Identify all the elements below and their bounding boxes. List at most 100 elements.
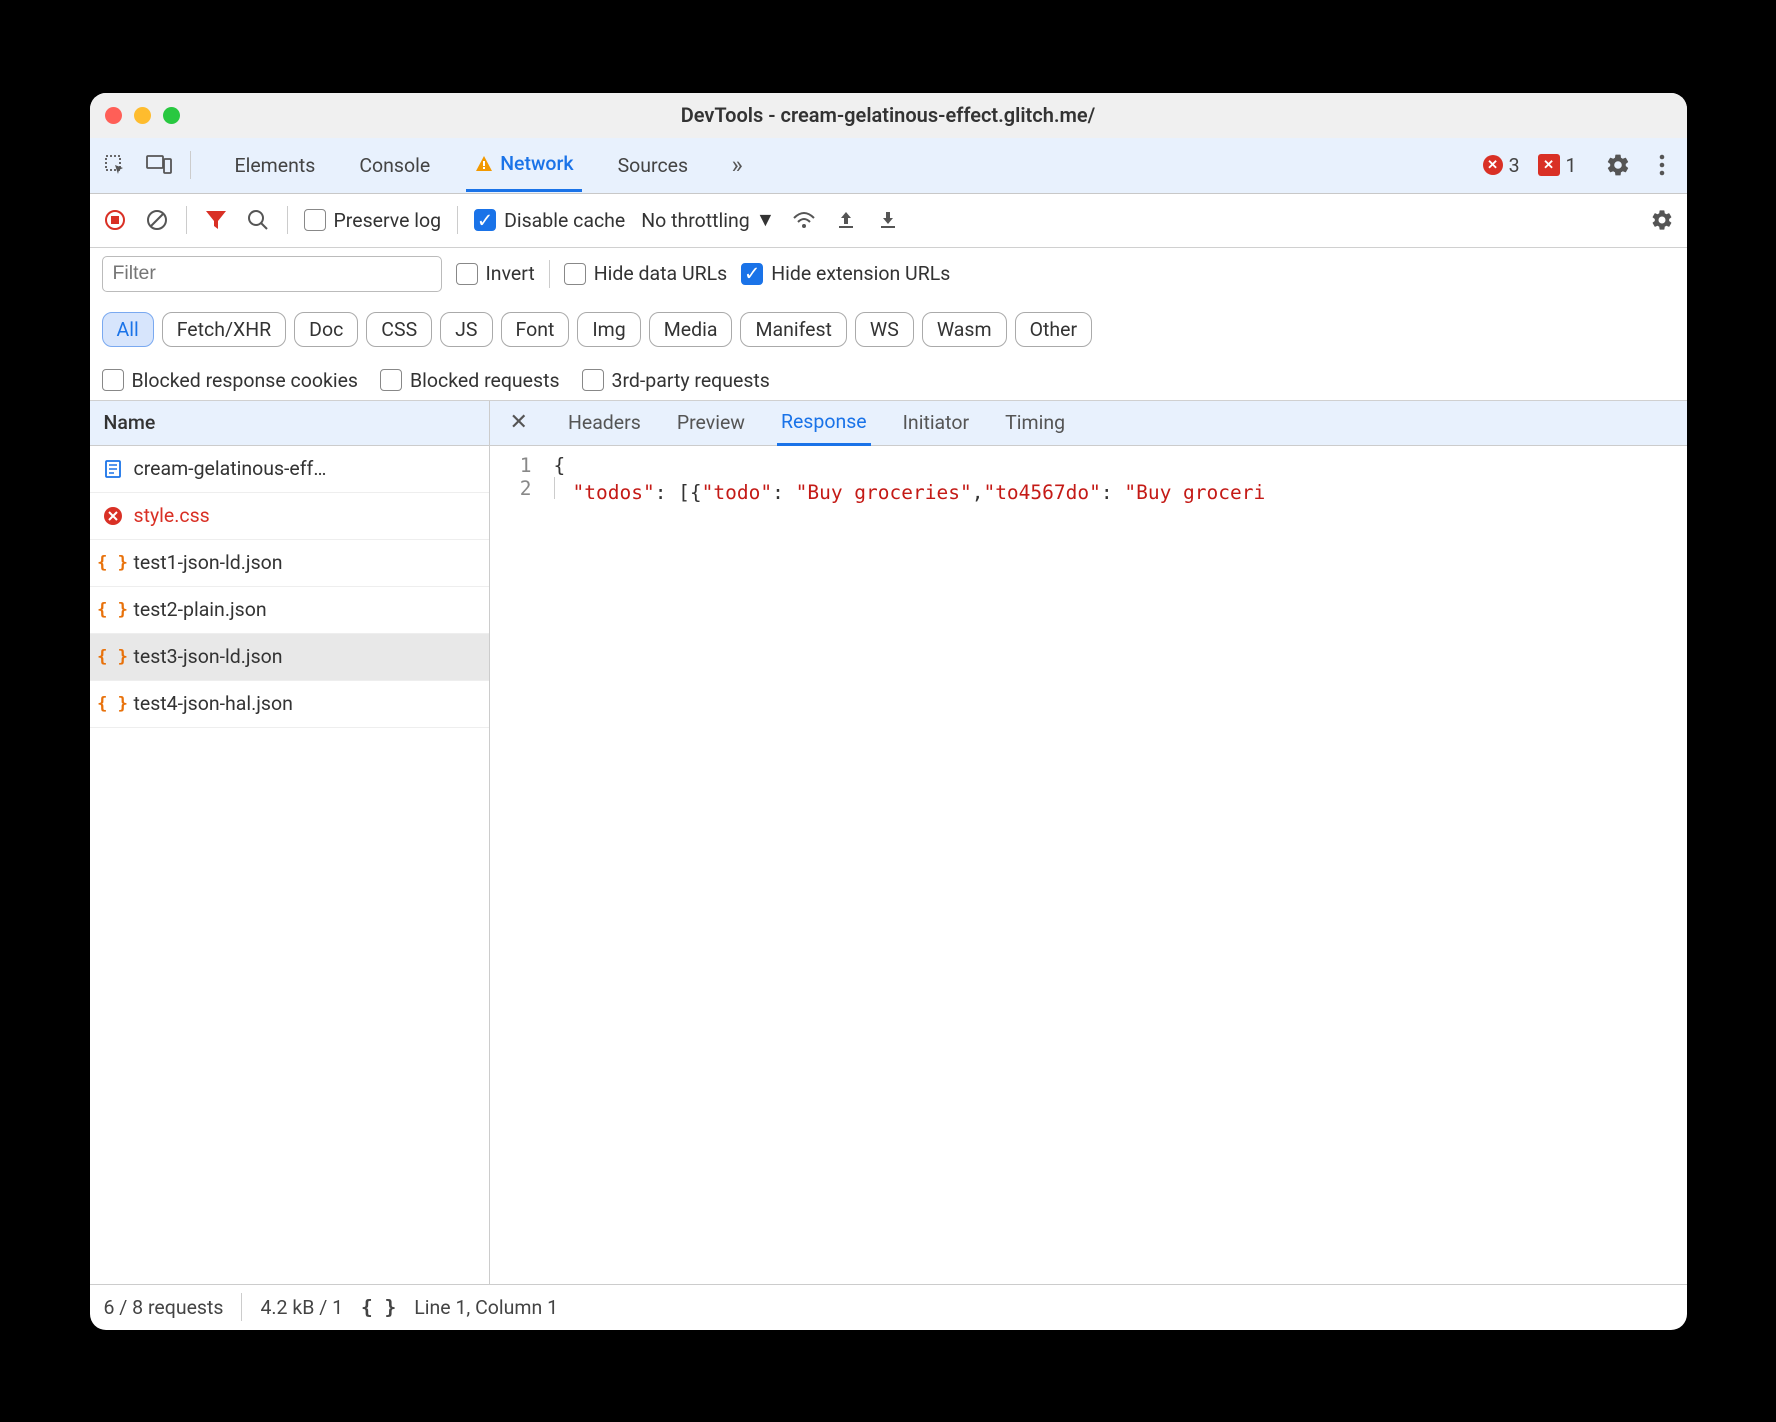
settings-icon[interactable]: [1605, 152, 1631, 178]
network-toolbar: Preserve log ✓ Disable cache No throttli…: [90, 194, 1687, 248]
chip-font[interactable]: Font: [501, 312, 570, 347]
device-toggle-icon[interactable]: [146, 154, 172, 176]
main-toolbar: Elements Console Network Sources » ✕ 3 ✕…: [90, 138, 1687, 194]
request-item[interactable]: style.css: [90, 493, 489, 540]
blocked-cookies-checkbox[interactable]: Blocked response cookies: [102, 369, 358, 392]
chip-img[interactable]: Img: [577, 312, 640, 347]
chip-ws[interactable]: WS: [855, 312, 914, 347]
record-button[interactable]: [102, 209, 128, 231]
checkbox-icon: [380, 369, 402, 391]
chip-wasm[interactable]: Wasm: [922, 312, 1007, 347]
pretty-print-icon[interactable]: { }: [361, 1296, 396, 1319]
network-settings-icon[interactable]: [1649, 208, 1675, 232]
dtab-headers[interactable]: Headers: [564, 401, 645, 444]
warning-icon: [474, 154, 494, 174]
content-area: Name cream-gelatinous-eff…style.css{ }te…: [90, 401, 1687, 1284]
request-name: test4-json-hal.json: [134, 692, 293, 715]
error-count[interactable]: ✕ 3: [1483, 154, 1520, 177]
request-name: test2-plain.json: [134, 598, 267, 621]
request-name: test1-json-ld.json: [134, 551, 283, 574]
requests-sidebar: Name cream-gelatinous-eff…style.css{ }te…: [90, 401, 490, 1284]
sidebar-header[interactable]: Name: [90, 401, 489, 446]
divider: [186, 206, 187, 234]
detail-tabs: ✕ Headers Preview Response Initiator Tim…: [490, 401, 1687, 446]
divider: [190, 151, 191, 179]
checkbox-icon: [304, 209, 326, 231]
chip-manifest[interactable]: Manifest: [740, 312, 846, 347]
checkbox-checked-icon: ✓: [474, 209, 496, 231]
window-title: DevTools - cream-gelatinous-effect.glitc…: [90, 103, 1687, 127]
requests-list: cream-gelatinous-eff… style.css { } test1-j…: [90, 446, 489, 728]
dtab-initiator[interactable]: Initiator: [899, 401, 973, 444]
error-circle-icon: ✕: [1483, 155, 1503, 175]
checkbox-icon: [102, 369, 124, 391]
chip-css[interactable]: CSS: [366, 312, 432, 347]
issue-square-icon: ✕: [1538, 154, 1560, 176]
dtab-preview[interactable]: Preview: [673, 401, 749, 444]
blocked-requests-checkbox[interactable]: Blocked requests: [380, 369, 560, 392]
network-conditions-icon[interactable]: [791, 210, 817, 230]
third-party-checkbox[interactable]: 3rd-party requests: [582, 369, 770, 392]
json-icon: { }: [102, 553, 124, 573]
request-name: cream-gelatinous-eff…: [134, 457, 327, 480]
chip-fetch-xhr[interactable]: Fetch/XHR: [162, 312, 286, 347]
download-icon[interactable]: [875, 209, 901, 231]
dtab-timing[interactable]: Timing: [1001, 401, 1069, 444]
tab-sources[interactable]: Sources: [610, 138, 697, 192]
filter-bar: Invert Hide data URLs ✓Hide extension UR…: [90, 248, 1687, 401]
throttling-dropdown[interactable]: No throttling ▼: [641, 208, 775, 232]
divider: [549, 260, 550, 288]
request-item[interactable]: { } test4-json-hal.json: [90, 681, 489, 728]
divider: [457, 206, 458, 234]
request-name: style.css: [134, 504, 210, 527]
search-icon[interactable]: [245, 209, 271, 231]
kebab-menu-icon[interactable]: [1649, 154, 1675, 176]
status-size: 4.2 kB / 1: [260, 1296, 343, 1319]
chip-all[interactable]: All: [102, 312, 154, 347]
tab-elements[interactable]: Elements: [227, 138, 324, 192]
block-filters: Blocked response cookies Blocked request…: [102, 369, 1675, 392]
request-item[interactable]: { } test2-plain.json: [90, 587, 489, 634]
more-tabs-icon[interactable]: »: [724, 138, 750, 192]
chip-other[interactable]: Other: [1015, 312, 1092, 347]
invert-checkbox[interactable]: Invert: [456, 262, 535, 285]
close-detail-icon[interactable]: ✕: [502, 410, 536, 435]
clear-icon[interactable]: [144, 209, 170, 231]
checkbox-checked-icon: ✓: [741, 263, 763, 285]
chip-js[interactable]: JS: [440, 312, 492, 347]
status-bar: 6 / 8 requests 4.2 kB / 1 { } Line 1, Co…: [90, 1284, 1687, 1330]
issue-count[interactable]: ✕ 1: [1538, 154, 1577, 177]
json-icon: { }: [102, 694, 124, 714]
inspect-icon[interactable]: [102, 153, 128, 177]
json-icon: { }: [102, 600, 124, 620]
disable-cache-checkbox[interactable]: ✓ Disable cache: [474, 209, 625, 232]
code-line: 2 "todos": [{"todo": "Buy groceries","to…: [490, 477, 1687, 504]
error-icon: [102, 506, 124, 526]
titlebar: DevTools - cream-gelatinous-effect.glitc…: [90, 93, 1687, 138]
detail-panel: ✕ Headers Preview Response Initiator Tim…: [490, 401, 1687, 1284]
tab-console[interactable]: Console: [351, 138, 438, 192]
checkbox-icon: [456, 263, 478, 285]
hide-data-urls-checkbox[interactable]: Hide data URLs: [564, 262, 727, 285]
tab-network-label: Network: [500, 152, 573, 175]
chip-doc[interactable]: Doc: [294, 312, 358, 347]
upload-icon[interactable]: [833, 209, 859, 231]
response-body[interactable]: 1 { 2 "todos": [{"todo": "Buy groceries"…: [490, 446, 1687, 1284]
request-item[interactable]: { }test3-json-ld.json: [90, 634, 489, 681]
request-item[interactable]: { } test1-json-ld.json: [90, 540, 489, 587]
dtab-response[interactable]: Response: [777, 400, 871, 446]
doc-icon: [102, 459, 124, 479]
status-cursor: Line 1, Column 1: [414, 1296, 558, 1319]
tab-network[interactable]: Network: [466, 138, 581, 192]
request-name: test3-json-ld.json: [134, 645, 283, 668]
panel-tabs: Elements Console Network Sources »: [227, 138, 751, 192]
preserve-log-checkbox[interactable]: Preserve log: [304, 209, 442, 232]
filter-icon[interactable]: [203, 210, 229, 230]
chip-media[interactable]: Media: [649, 312, 733, 347]
hide-extension-urls-checkbox[interactable]: ✓Hide extension URLs: [741, 262, 950, 285]
type-filter-chips: All Fetch/XHR Doc CSS JS Font Img Media …: [102, 312, 1675, 347]
divider: [287, 206, 288, 234]
divider: [241, 1293, 242, 1321]
request-item[interactable]: cream-gelatinous-eff…: [90, 446, 489, 493]
filter-input[interactable]: [102, 256, 442, 292]
